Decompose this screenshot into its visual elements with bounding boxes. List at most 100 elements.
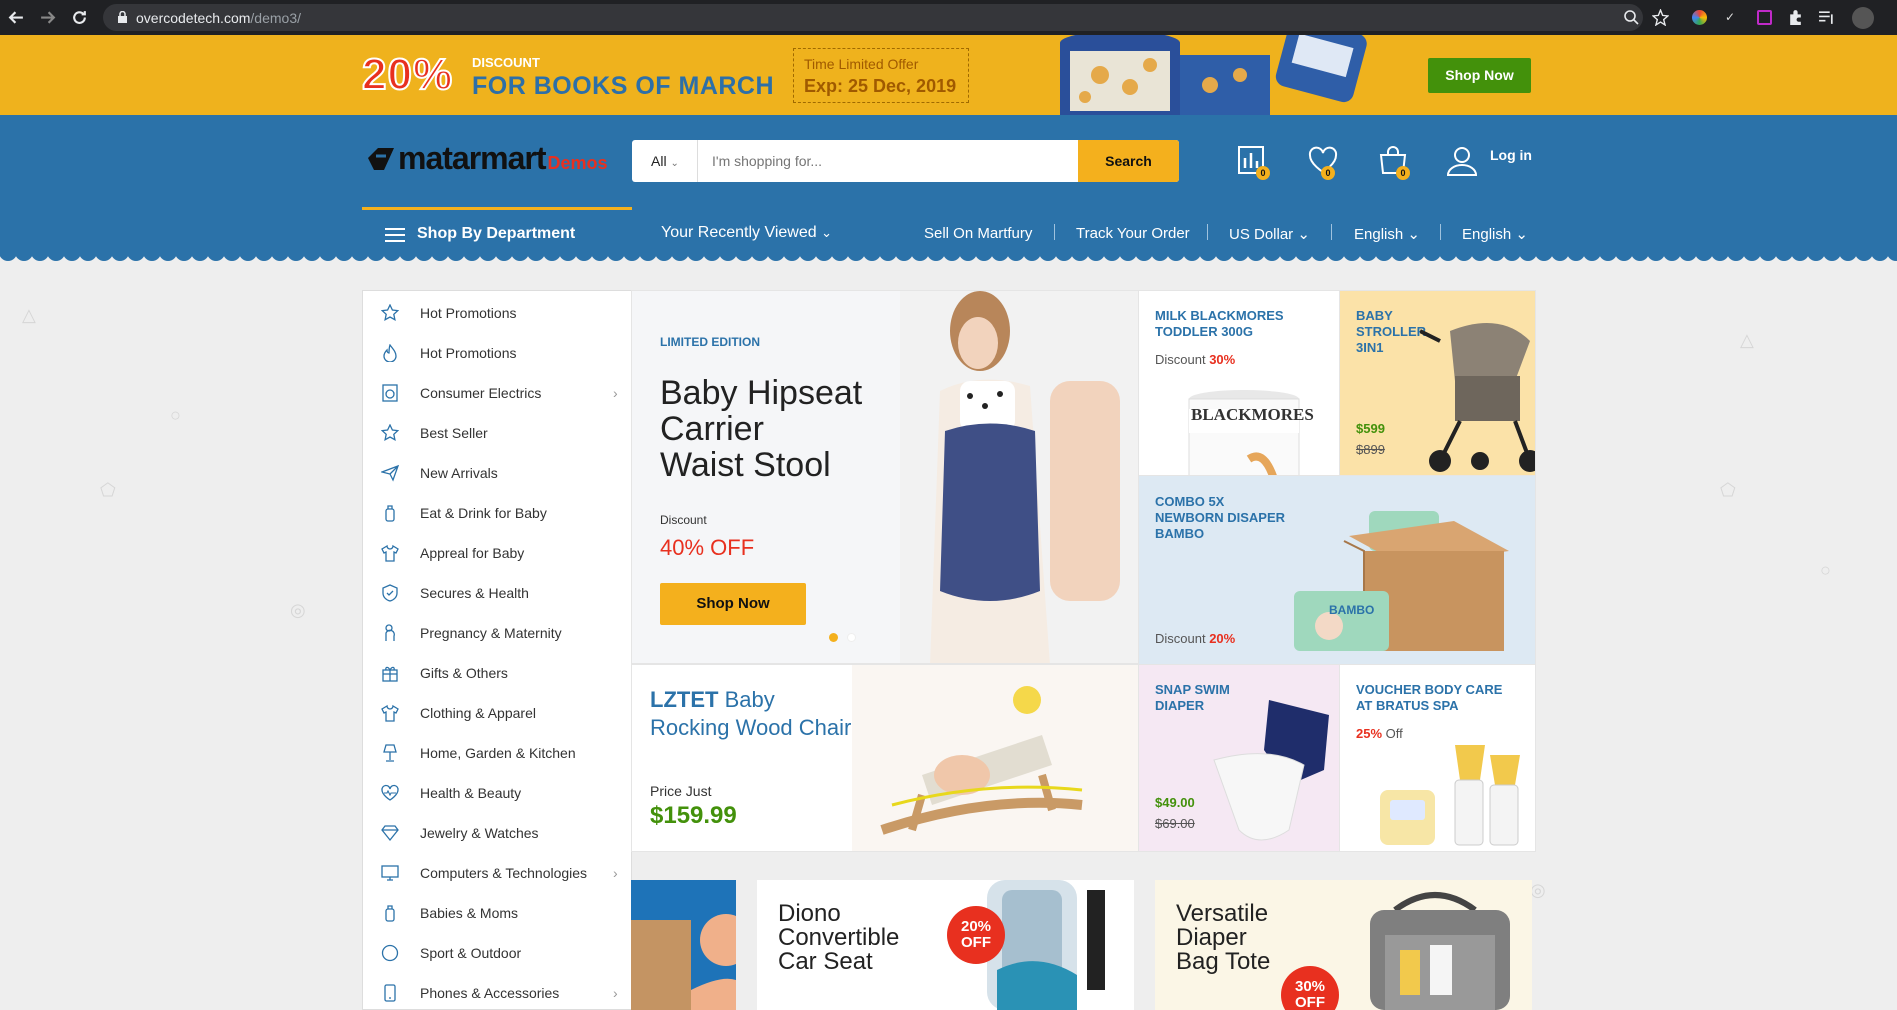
hipseat-hero-banner[interactable]: LIMITED EDITION Baby Hipseat Carrier Wai… — [631, 290, 1139, 664]
carousel-dot-active[interactable] — [829, 633, 838, 642]
search-button[interactable]: Search — [1078, 140, 1179, 182]
chair-title-line2: Rocking Wood Chair — [650, 715, 852, 740]
milk-blackmores-tile[interactable]: MILK BLACKMORES TODDLER 300G Discount 30%… — [1138, 290, 1340, 476]
chair-brand: LZTET — [650, 687, 719, 712]
sidebar-item-label: Eat & Drink for Baby — [420, 505, 547, 521]
diono-car-seat-banner[interactable]: Diono Convertible Car Seat 20% OFF — [757, 880, 1134, 1010]
woman-baby-carrier-image — [900, 291, 1138, 663]
milk-discount-value: 30% — [1209, 352, 1236, 367]
shop-by-department-toggle[interactable]: Shop By Department — [362, 207, 632, 255]
zoom-icon[interactable] — [1623, 9, 1639, 25]
milk-title-line2: TODDLER 300G — [1155, 324, 1254, 339]
search-category-select[interactable]: All ⌄ — [632, 140, 698, 182]
voucher-title: VOUCHER BODY CARE AT BRATUS SPA — [1356, 682, 1502, 714]
track-order-link[interactable]: Track Your Order — [1076, 225, 1190, 242]
tote-badge-line2: OFF — [1295, 994, 1325, 1010]
sidebar-item[interactable]: Jewelry & Watches — [363, 812, 633, 852]
nav-divider — [1440, 224, 1441, 240]
reload-icon[interactable] — [71, 9, 88, 26]
carousel-dot[interactable] — [847, 633, 856, 642]
combo-title-line2: NEWBORN DISAPER — [1155, 510, 1286, 525]
sidebar-item-label: Gifts & Others — [420, 665, 508, 681]
sidebar-item[interactable]: Home, Garden & Kitchen — [363, 732, 633, 772]
sidebar-item[interactable]: Hot Promotions — [363, 332, 633, 372]
nav-divider — [1331, 224, 1332, 240]
sidebar-item[interactable]: Phones & Accessories › — [363, 972, 633, 1010]
puzzle-extensions-icon[interactable] — [1787, 9, 1804, 26]
browser-toolbar: overcodetech.com/demo3/ ✓ — [0, 0, 1897, 35]
bookmark-star-icon[interactable] — [1652, 9, 1669, 26]
language-label-1: English — [1354, 226, 1404, 243]
paper-plane-icon — [381, 464, 399, 482]
sidebar-item[interactable]: Eat & Drink for Baby — [363, 492, 633, 532]
search-input[interactable] — [712, 140, 1092, 182]
reading-list-icon[interactable] — [1818, 10, 1835, 25]
star-icon — [381, 304, 399, 321]
hero-shop-now-button[interactable]: Shop Now — [660, 583, 806, 625]
sidebar-item[interactable]: Consumer Electrics › — [363, 372, 633, 412]
promo-shop-now-button[interactable]: Shop Now — [1428, 58, 1531, 93]
sidebar-item-label: Hot Promotions — [420, 345, 517, 361]
hamburger-menu-icon — [385, 228, 405, 242]
sell-link[interactable]: Sell On Martfury — [924, 225, 1032, 242]
sidebar-item[interactable]: Gifts & Others — [363, 652, 633, 692]
chevron-down-icon: ⌄ — [1515, 226, 1528, 243]
rocking-chair-tile[interactable]: LZTET Baby Rocking Wood Chair Price Just… — [631, 664, 1139, 852]
forward-arrow-icon[interactable] — [39, 9, 56, 26]
combo-bambo-tile[interactable]: COMBO 5X NEWBORN DISAPER BAMBO Discount 20… — [1138, 475, 1536, 665]
hero-discount-value: 40% OFF — [660, 535, 755, 560]
sidebar-item-label: Jewelry & Watches — [420, 825, 539, 841]
sidebar-item[interactable]: Clothing & Apparel — [363, 692, 633, 732]
diaper-bag-tote-banner[interactable]: Versatile Diaper Bag Tote 30% OFF — [1155, 880, 1532, 1010]
sidebar-item[interactable]: Health & Beauty — [363, 772, 633, 812]
profile-avatar[interactable] — [1852, 7, 1874, 29]
breast-pump-image — [1380, 745, 1520, 846]
user-account-icon[interactable] — [1445, 144, 1479, 178]
spiral-decoration: ◎ — [290, 600, 306, 620]
sidebar-item[interactable]: Hot Promotions — [363, 292, 633, 332]
delivery-banner[interactable] — [631, 880, 736, 1010]
chevron-down-icon: ⌄ — [1297, 226, 1310, 243]
sidebar-item[interactable]: Best Seller — [363, 412, 633, 452]
lamp-icon — [383, 744, 397, 762]
sidebar-item-label: Pregnancy & Maternity — [420, 625, 562, 641]
sidebar-item[interactable]: Pregnancy & Maternity — [363, 612, 633, 652]
currency-dropdown[interactable]: US Dollar ⌄ — [1229, 225, 1310, 243]
promo-limited-line2: Exp: 25 Dec, 2019 — [804, 76, 957, 96]
address-bar[interactable]: overcodetech.com/demo3/ — [103, 4, 1643, 31]
seat-title-line3: Car Seat — [778, 948, 873, 975]
chair-price-label: Price Just — [650, 783, 712, 799]
language-dropdown-2[interactable]: English ⌄ — [1462, 225, 1528, 243]
combo-discount-value: 20% — [1209, 631, 1236, 646]
combo-title-line1: COMBO 5X — [1155, 494, 1225, 509]
swim-old-price: $69.00 — [1155, 816, 1195, 831]
sidebar-item[interactable]: Babies & Moms — [363, 892, 633, 932]
language-dropdown-1[interactable]: English ⌄ — [1354, 225, 1420, 243]
sidebar-item[interactable]: Appreal for Baby — [363, 532, 633, 572]
chevron-down-icon: ⌄ — [1407, 226, 1420, 243]
sidebar-item-label: New Arrivals — [420, 465, 498, 481]
circle-decoration: ○ — [170, 405, 181, 425]
sidebar-item[interactable]: Sport & Outdoor — [363, 932, 633, 972]
pentagon-decoration: ⬠ — [1720, 480, 1736, 500]
snack-canisters-image — [1060, 35, 1367, 115]
recently-viewed-dropdown[interactable]: Your Recently Viewed ⌄ — [661, 224, 832, 242]
sidebar-item[interactable]: Secures & Health — [363, 572, 633, 612]
chair-title-line1: Baby — [724, 687, 775, 712]
login-link[interactable]: Log in — [1490, 147, 1532, 163]
sidebar-item[interactable]: Computers & Technologies › — [363, 852, 633, 892]
sidebar-item[interactable]: New Arrivals — [363, 452, 633, 492]
site-logo[interactable]: matarmart Demos — [366, 140, 608, 177]
sidebar-item-label: Consumer Electrics — [420, 385, 542, 401]
baby-stroller-tile[interactable]: BABY STROLLER 3IN1 $599 $899 — [1339, 290, 1536, 476]
extension-purple-icon[interactable] — [1757, 10, 1772, 25]
swim-diaper-tile[interactable]: SNAP SWIM DIAPER $49.00 $69.00 — [1138, 664, 1340, 852]
extension-check-icon[interactable]: ✓ — [1725, 10, 1740, 25]
back-arrow-icon[interactable] — [8, 9, 25, 26]
chair-price: $159.99 — [650, 802, 737, 829]
triangle-decoration: △ — [1740, 330, 1754, 350]
diaper-bag-image — [1370, 892, 1510, 1010]
voucher-body-care-tile[interactable]: VOUCHER BODY CARE AT BRATUS SPA 25% Off — [1339, 664, 1536, 852]
tote-title-line3: Bag Tote — [1176, 948, 1271, 975]
extension-color-icon[interactable] — [1692, 10, 1707, 25]
